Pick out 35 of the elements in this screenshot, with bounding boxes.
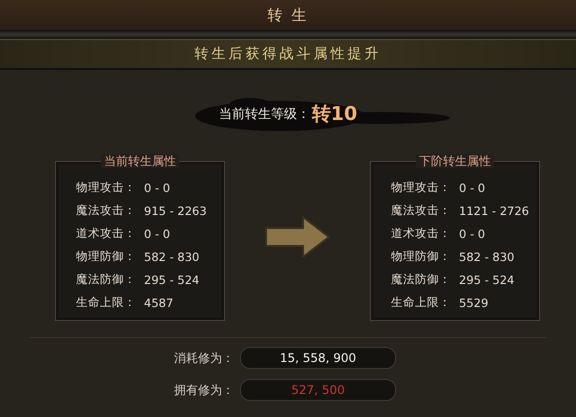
value-field: 527, 500 [240, 379, 396, 401]
stat-value: 1121 - 2726 [459, 204, 529, 218]
stat-label: 物理攻击： [76, 180, 137, 195]
arrow-icon [265, 216, 330, 258]
stat-label: 生命上限： [391, 295, 452, 310]
panel-title: 当前转生属性 [101, 154, 179, 168]
stat-label: 物理攻击： [391, 180, 452, 195]
stat-label: 魔法攻击： [391, 203, 452, 218]
value-field: 15, 558, 900 [240, 347, 396, 369]
stat-value: 4587 [144, 296, 174, 310]
stat-value: 0 - 0 [459, 180, 486, 194]
stat-label: 道术攻击： [391, 226, 452, 241]
panel-title: 下阶转生属性 [416, 154, 494, 168]
stat-value: 295 - 524 [144, 272, 200, 286]
cost-label: 消耗修为： [173, 350, 235, 366]
stat-label: 物理防御： [76, 249, 137, 264]
stat-value: 0 - 0 [144, 226, 170, 240]
window-title: 转 生 [0, 0, 576, 30]
stat-label: 魔法防御： [76, 272, 137, 287]
stat-value: 295 - 524 [459, 272, 514, 286]
stat-value: 0 - 0 [459, 226, 486, 240]
stat-label: 物理防御： [391, 249, 452, 264]
stat-label: 魔法防御： [391, 272, 452, 287]
stat-value: 0 - 0 [144, 180, 170, 194]
stat-label: 生命上限： [76, 295, 137, 310]
stat-value: 915 - 2263 [144, 204, 207, 218]
stat-value: 5529 [459, 296, 488, 310]
stat-value: 582 - 830 [459, 250, 514, 264]
stat-label: 魔法攻击： [76, 203, 137, 218]
cost-label: 拥有修为： [173, 382, 235, 398]
banner-text: 转生后获得战斗属性提升 [0, 39, 576, 70]
level-label: 当前转生等级： [218, 106, 310, 123]
stat-value: 582 - 830 [144, 250, 200, 264]
stat-label: 道术攻击： [76, 226, 137, 241]
level-value: 转10 [312, 102, 358, 127]
